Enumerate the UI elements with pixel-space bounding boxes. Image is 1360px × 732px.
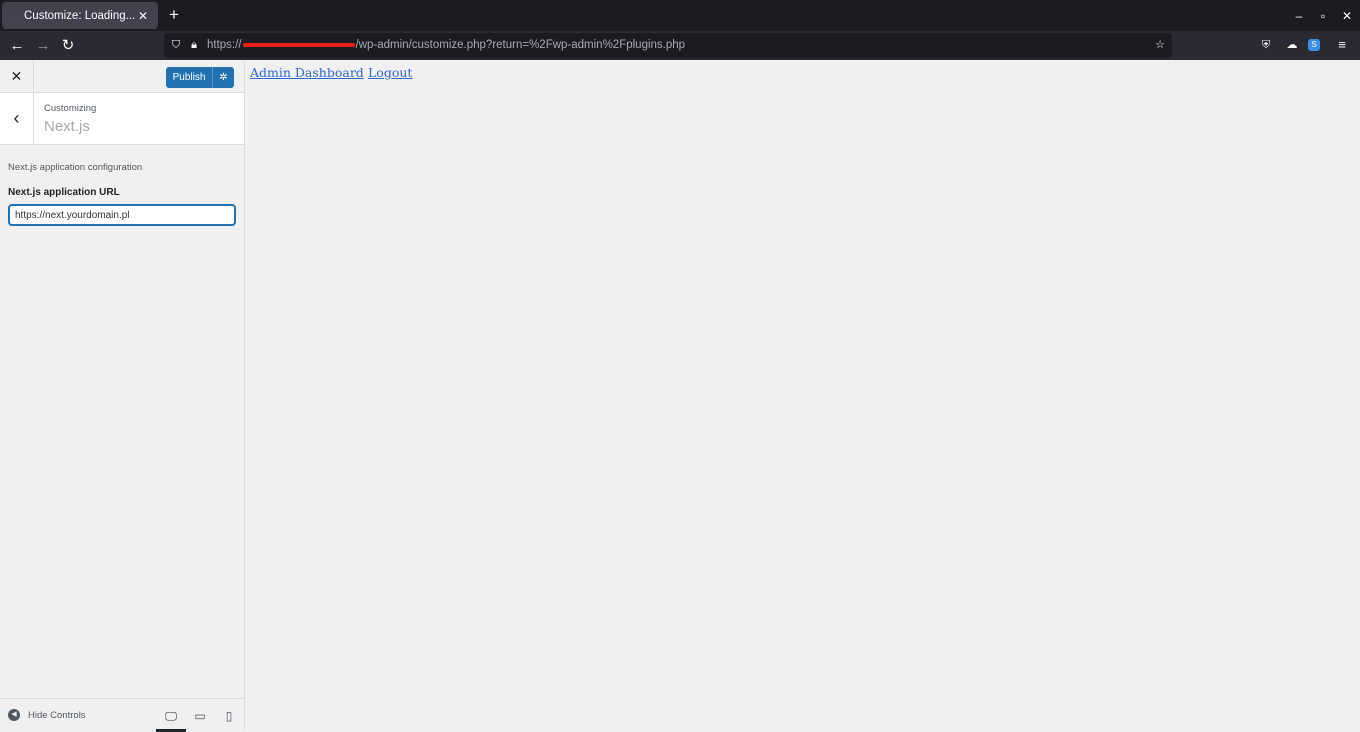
section-name: Next.js bbox=[44, 118, 90, 135]
nextjs-url-label: Next.js application URL bbox=[8, 187, 120, 198]
back-chevron-icon[interactable]: ‹ bbox=[0, 93, 34, 144]
tab-close-icon[interactable]: ✕ bbox=[136, 9, 150, 23]
pocket-icon[interactable]: ⛨ bbox=[1258, 37, 1274, 53]
publish-settings-gear-icon[interactable]: ✲ bbox=[213, 72, 234, 83]
browser-navbar: ← → ↻ ⛉ 🔒︎ https:// /wp-admin/customize.p… bbox=[0, 31, 1360, 60]
account-icon[interactable]: S bbox=[1308, 39, 1320, 51]
extension-icon[interactable]: ☁ bbox=[1284, 37, 1300, 53]
minimize-button[interactable]: – bbox=[1290, 7, 1308, 25]
preview-frame: Admin Dashboard Logout bbox=[245, 60, 1360, 731]
customizer-footer: ◀ Hide Controls 🖵︎ ▭ ▯ bbox=[0, 698, 244, 732]
publish-button[interactable]: Publish ✲ bbox=[166, 67, 234, 88]
collapse-arrow-icon: ◀ bbox=[8, 709, 20, 721]
tablet-preview-icon[interactable]: ▭ bbox=[185, 705, 215, 732]
browser-titlebar: ⋯ Customize: Loading... ✕ + – ▫ ✕ bbox=[0, 0, 1360, 31]
nextjs-url-input[interactable] bbox=[8, 204, 236, 226]
back-icon[interactable]: ← bbox=[6, 35, 28, 57]
customizer-header: ✕ Publish ✲ bbox=[0, 60, 244, 93]
desktop-preview-icon[interactable]: 🖵︎ bbox=[156, 705, 186, 732]
url-text[interactable]: https:// /wp-admin/customize.php?return=%… bbox=[207, 39, 685, 51]
section-description: Next.js application configuration bbox=[8, 162, 143, 173]
logout-link[interactable]: Logout bbox=[368, 65, 412, 80]
url-path: /wp-admin/customize.php?return=%2Fwp-adm… bbox=[355, 39, 686, 51]
shield-icon[interactable]: ⛉ bbox=[168, 37, 184, 53]
url-bar[interactable]: ⛉ 🔒︎ https:// /wp-admin/customize.php?ret… bbox=[164, 33, 1172, 58]
url-scheme: https:// bbox=[207, 39, 242, 51]
loading-favicon-icon: ⋯ bbox=[10, 10, 19, 21]
publish-label: Publish bbox=[172, 72, 206, 83]
customizer-sidebar: ✕ Publish ✲ ‹ Customizing Next.js Next.j… bbox=[0, 60, 245, 732]
new-tab-button[interactable]: + bbox=[164, 5, 184, 25]
redacted-domain bbox=[242, 42, 355, 47]
browser-tab[interactable]: ⋯ Customize: Loading... ✕ bbox=[2, 2, 158, 29]
forward-icon[interactable]: → bbox=[32, 35, 54, 57]
close-window-button[interactable]: ✕ bbox=[1338, 7, 1356, 25]
customizing-label: Customizing bbox=[44, 103, 97, 114]
bookmark-star-icon[interactable]: ☆ bbox=[1152, 37, 1168, 53]
maximize-button[interactable]: ▫ bbox=[1314, 7, 1332, 25]
hide-controls-button[interactable]: ◀ Hide Controls bbox=[8, 709, 86, 721]
close-customizer-icon[interactable]: ✕ bbox=[0, 60, 34, 93]
hide-controls-label: Hide Controls bbox=[28, 709, 86, 721]
reload-icon[interactable]: ↻ bbox=[57, 35, 79, 57]
lock-icon[interactable]: 🔒︎ bbox=[186, 37, 202, 53]
section-title-panel: ‹ Customizing Next.js bbox=[0, 93, 244, 145]
menu-icon[interactable]: ≡ bbox=[1334, 37, 1350, 53]
tab-title: Customize: Loading... bbox=[24, 9, 136, 22]
admin-dashboard-link[interactable]: Admin Dashboard bbox=[250, 65, 364, 80]
mobile-preview-icon[interactable]: ▯ bbox=[214, 705, 244, 732]
